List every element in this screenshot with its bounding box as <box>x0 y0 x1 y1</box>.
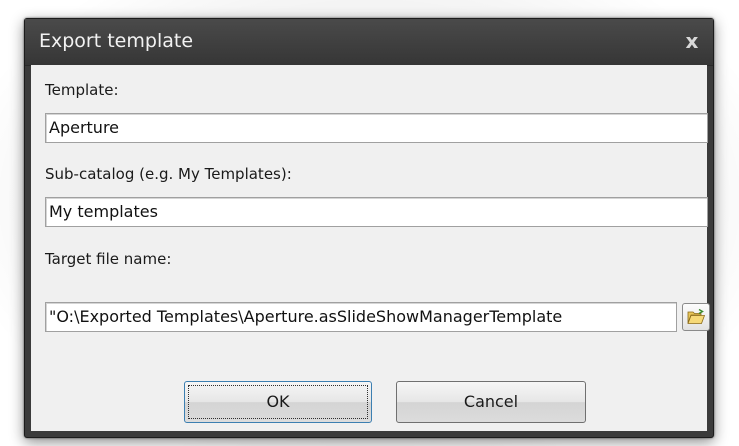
target-file-input[interactable]: "O:\Exported Templates\Aperture.asSlideS… <box>45 302 677 332</box>
cancel-button[interactable]: Cancel <box>396 381 586 423</box>
browse-button[interactable] <box>682 303 710 331</box>
template-input[interactable]: Aperture <box>45 113 708 143</box>
ok-button[interactable]: OK <box>184 381 372 423</box>
close-button[interactable]: x <box>679 28 705 54</box>
template-label: Template: <box>45 81 119 99</box>
subcatalog-input[interactable]: My templates <box>45 197 708 227</box>
dialog-title: Export template <box>39 30 194 52</box>
folder-open-icon <box>687 308 706 324</box>
focus-rectangle <box>188 385 368 419</box>
close-icon: x <box>685 29 699 53</box>
export-template-dialog: Export template x Template: Aperture Sub… <box>24 18 714 438</box>
title-bar[interactable]: Export template x <box>25 19 713 66</box>
dialog-body: Template: Aperture Sub-catalog (e.g. My … <box>31 65 710 431</box>
target-file-label: Target file name: <box>45 250 172 268</box>
subcatalog-label: Sub-catalog (e.g. My Templates): <box>45 165 292 183</box>
cancel-button-label: Cancel <box>463 392 519 411</box>
